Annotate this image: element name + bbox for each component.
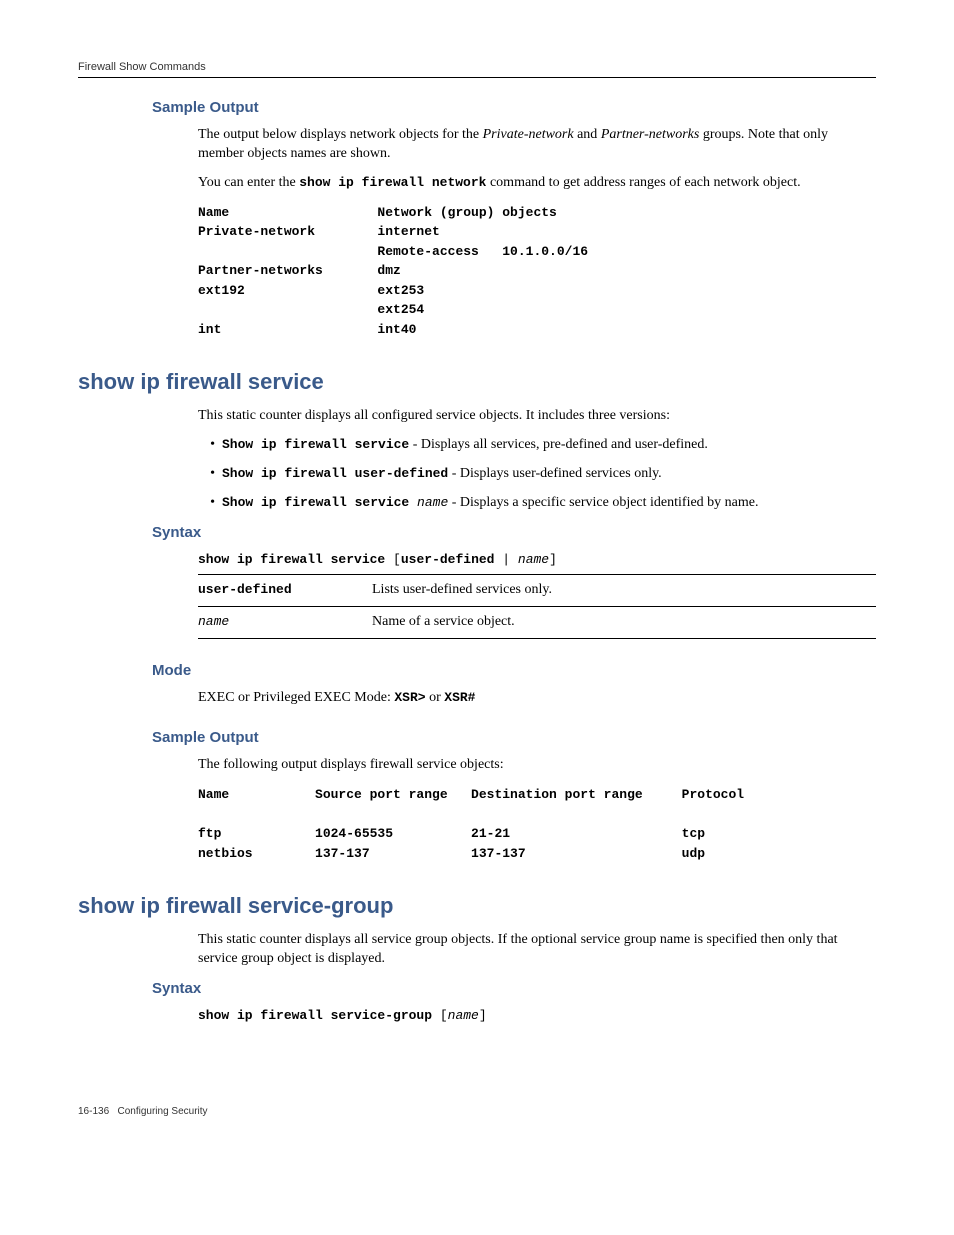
inline-param: name — [417, 495, 448, 510]
text: | — [494, 552, 517, 567]
paragraph: EXEC or Privileged EXEC Mode: XSR> or XS… — [198, 689, 876, 708]
text: EXEC or Privileged EXEC Mode: — [198, 690, 394, 705]
text: command to get address ranges of each ne… — [486, 175, 800, 190]
list-item: Show ip firewall user-defined - Displays… — [222, 465, 876, 484]
section-body: This static counter displays all configu… — [78, 407, 876, 513]
heading-show-ip-firewall-service: show ip firewall service — [78, 367, 876, 397]
prompt: XSR# — [444, 690, 475, 705]
paragraph: The output below displays network object… — [198, 126, 876, 164]
section-body: This static counter displays all service… — [78, 931, 876, 969]
section-body: show ip firewall service [user-defined |… — [78, 551, 876, 639]
list-item: Show ip firewall service name - Displays… — [222, 494, 876, 513]
inline-command: Show ip firewall user-defined — [222, 466, 448, 481]
syntax-param: name — [518, 552, 549, 567]
command-output-block: Name Source port range Destination port … — [198, 785, 876, 863]
section-body: The output below displays network object… — [78, 126, 876, 339]
paragraph: You can enter the show ip firewall netwo… — [198, 174, 876, 193]
bullet-list: Show ip firewall service - Displays all … — [198, 436, 876, 513]
syntax-cmd: show ip firewall service — [198, 552, 393, 567]
syntax-cmd: show ip firewall service-group — [198, 1008, 440, 1023]
text: You can enter the — [198, 175, 299, 190]
footer-title: Configuring Security — [117, 1106, 207, 1117]
page-footer: 16-136 Configuring Security — [78, 1105, 876, 1119]
syntax-line: show ip firewall service-group [name] — [198, 1007, 876, 1025]
paragraph: This static counter displays all configu… — [198, 407, 876, 426]
inline-command: Show ip firewall service — [222, 437, 409, 452]
section-body: The following output displays firewall s… — [78, 756, 876, 863]
syntax-keyword: user-defined — [401, 552, 495, 567]
paragraph: This static counter displays all service… — [198, 931, 876, 969]
heading-sample-output-2: Sample Output — [78, 728, 876, 748]
text: - Displays user-defined services only. — [448, 466, 661, 481]
section-body: show ip firewall service-group [name] — [78, 1007, 876, 1025]
prompt: XSR> — [394, 690, 425, 705]
text: or — [426, 690, 445, 705]
command-output-block: Name Network (group) objects Private-net… — [198, 203, 876, 340]
inline-command: show ip firewall network — [299, 175, 486, 190]
italic-text: Private-network — [483, 127, 574, 142]
section-body: EXEC or Privileged EXEC Mode: XSR> or XS… — [78, 689, 876, 708]
heading-syntax: Syntax — [78, 523, 876, 543]
heading-sample-output-1: Sample Output — [78, 98, 876, 118]
param-desc: Name of a service object. — [372, 607, 876, 639]
syntax-param: name — [448, 1008, 479, 1023]
table-row: user-defined Lists user-defined services… — [198, 575, 876, 607]
syntax-table: user-defined Lists user-defined services… — [198, 574, 876, 639]
text: [ — [440, 1008, 448, 1023]
italic-text: Partner-networks — [601, 127, 700, 142]
page-header: Firewall Show Commands — [78, 60, 876, 78]
heading-show-ip-firewall-service-group: show ip firewall service-group — [78, 891, 876, 921]
heading-syntax: Syntax — [78, 979, 876, 999]
text: - Displays a specific service object ide… — [448, 495, 758, 510]
text: - Displays all services, pre-defined and… — [409, 437, 708, 452]
heading-mode: Mode — [78, 661, 876, 681]
inline-command: Show ip firewall service — [222, 495, 417, 510]
text: [ — [393, 552, 401, 567]
list-item: Show ip firewall service - Displays all … — [222, 436, 876, 455]
text: The output below displays network object… — [198, 127, 483, 142]
table-row: name Name of a service object. — [198, 607, 876, 639]
page-number: 16-136 — [78, 1106, 109, 1117]
text: ] — [479, 1008, 487, 1023]
paragraph: The following output displays firewall s… — [198, 756, 876, 775]
syntax-line: show ip firewall service [user-defined |… — [198, 551, 876, 569]
text: and — [574, 127, 601, 142]
param-name: name — [198, 607, 372, 639]
param-name: user-defined — [198, 575, 372, 607]
param-desc: Lists user-defined services only. — [372, 575, 876, 607]
text: ] — [549, 552, 557, 567]
